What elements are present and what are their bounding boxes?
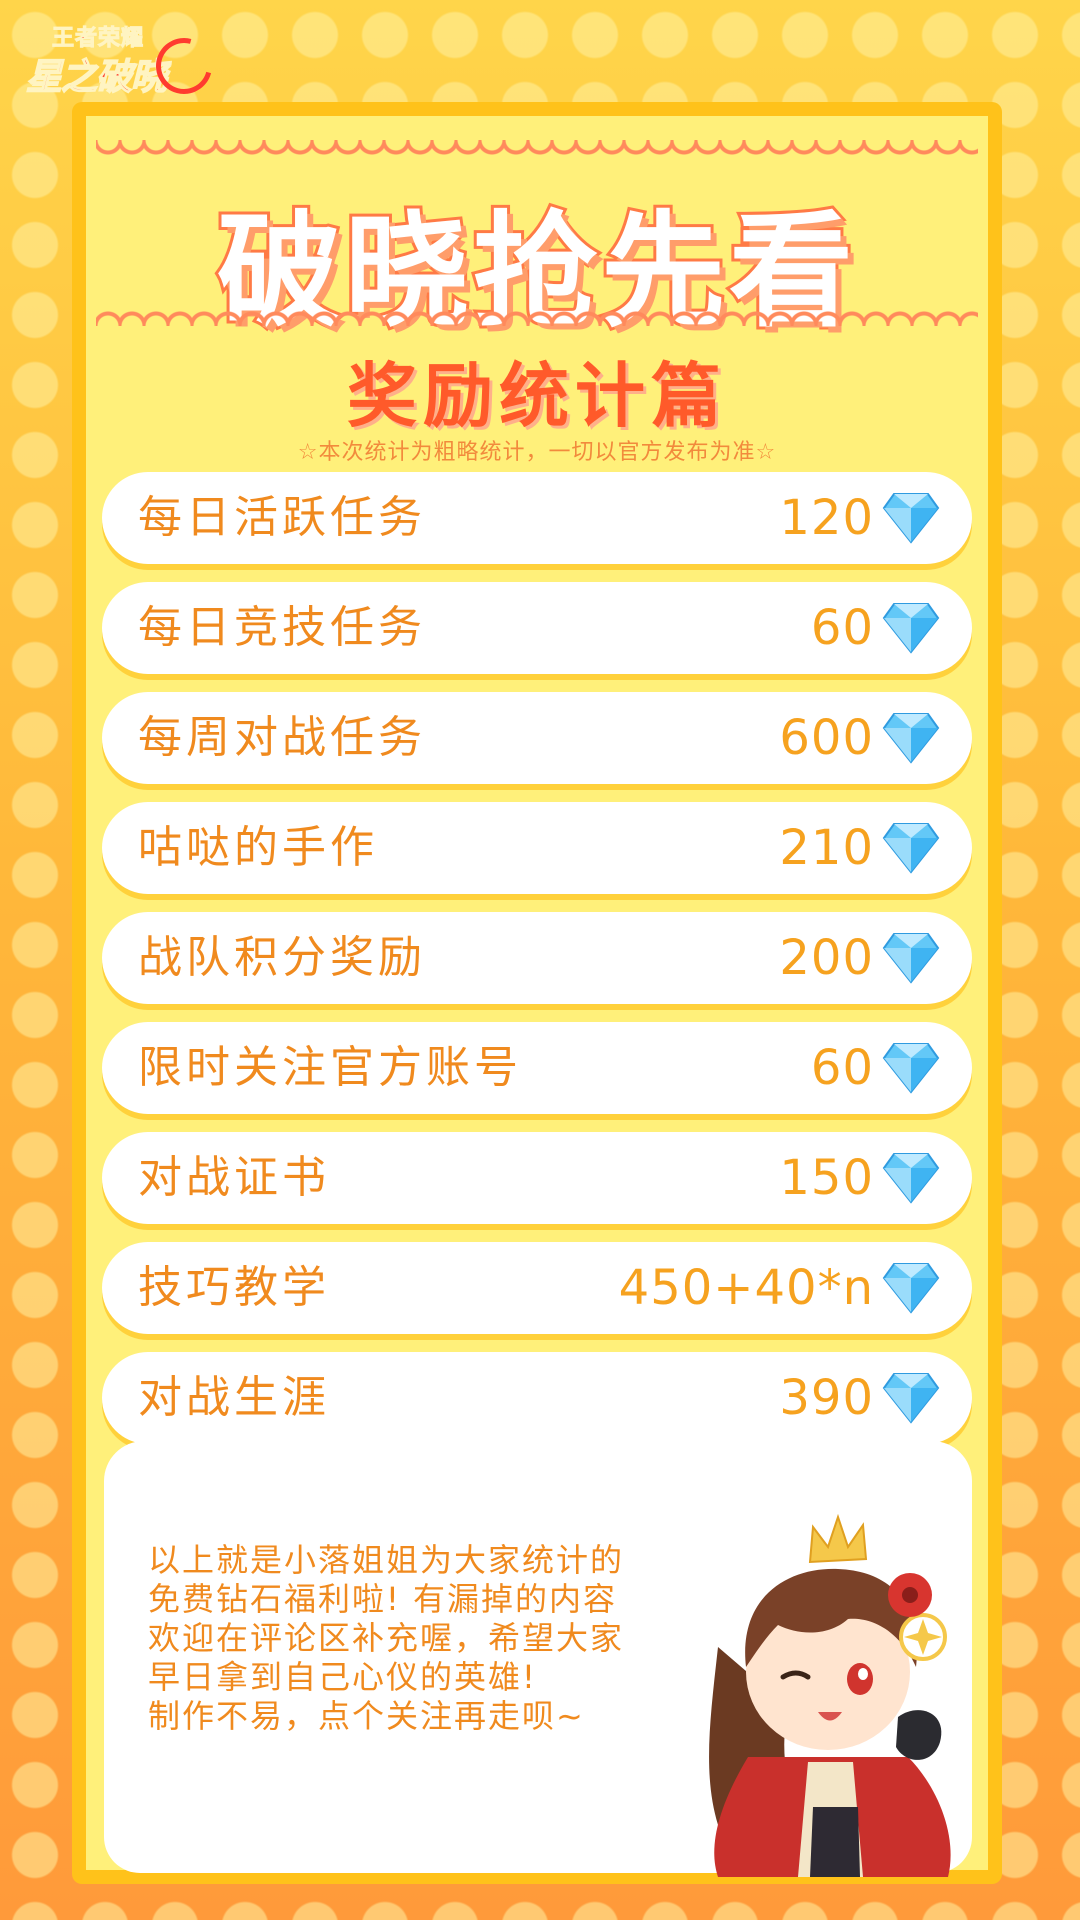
reward-row: 对战证书 150 <box>102 1132 972 1224</box>
reward-value: 210 <box>779 820 874 876</box>
reward-value: 600 <box>779 710 874 766</box>
diamond-icon <box>882 1263 940 1314</box>
reward-value: 120 <box>779 490 874 546</box>
reward-value: 450+40*n <box>618 1260 874 1316</box>
reward-label: 对战生涯 <box>138 1372 330 1423</box>
logo-line-2: 星之破晓 <box>25 56 168 99</box>
title-banner: 破晓抢先看 <box>96 134 978 347</box>
diamond-icon <box>882 933 940 984</box>
wave-decoration-top <box>96 140 978 162</box>
reward-value: 200 <box>779 930 874 986</box>
diamond-icon <box>882 1043 940 1094</box>
reward-label: 技巧教学 <box>138 1262 330 1313</box>
diamond-icon <box>882 493 940 544</box>
content-panel: 破晓抢先看 奖励统计篇 ☆本次统计为粗略统计，一切以官方发布为准☆ 每日活跃任务… <box>72 102 1002 1884</box>
summary-box: 以上就是小落姐姐为大家统计的 免费钻石福利啦! 有漏掉的内容 欢迎在评论区补充喔… <box>104 1441 972 1877</box>
reward-label: 每日竞技任务 <box>138 602 426 653</box>
reward-label: 每日活跃任务 <box>138 492 426 543</box>
wave-decoration-bottom <box>96 304 978 326</box>
reward-row: 每日竞技任务 60 <box>102 582 972 674</box>
summary-line: 欢迎在评论区补充喔，希望大家 <box>148 1619 625 1657</box>
diamond-icon <box>882 1373 940 1424</box>
game-logo: 王者荣耀 星之破晓 <box>18 14 223 105</box>
reward-row: 每周对战任务 600 <box>102 692 972 784</box>
diamond-icon <box>882 603 940 654</box>
disclaimer-note: ☆本次统计为粗略统计，一切以官方发布为准☆ <box>297 440 777 465</box>
summary-line: 早日拿到自己心仪的英雄! <box>148 1658 537 1696</box>
reward-row: 技巧教学 450+40*n <box>102 1242 972 1334</box>
reward-row: 对战生涯 390 <box>102 1352 972 1444</box>
page-subtitle: 奖励统计篇 <box>347 355 727 437</box>
reward-value: 150 <box>779 1150 874 1206</box>
diamond-icon <box>882 823 940 874</box>
reward-value: 60 <box>810 1040 874 1096</box>
summary-line: 制作不易，点个关注再走呗~ <box>148 1697 585 1735</box>
reward-label: 对战证书 <box>138 1152 330 1203</box>
summary-text: 以上就是小落姐姐为大家统计的 免费钻石福利啦! 有漏掉的内容 欢迎在评论区补充喔… <box>148 1541 758 1736</box>
diamond-icon <box>882 713 940 764</box>
reward-row: 每日活跃任务 120 <box>102 472 972 564</box>
reward-label: 限时关注官方账号 <box>138 1042 522 1093</box>
summary-line: 以上就是小落姐姐为大家统计的 <box>148 1541 625 1579</box>
reward-label: 咕哒的手作 <box>138 822 378 873</box>
reward-row: 限时关注官方账号 60 <box>102 1022 972 1114</box>
diamond-icon <box>882 1153 940 1204</box>
reward-label: 每周对战任务 <box>138 712 426 763</box>
reward-row: 战队积分奖励 200 <box>102 912 972 1004</box>
reward-value: 60 <box>810 600 874 656</box>
reward-label: 战队积分奖励 <box>138 932 426 983</box>
reward-value: 390 <box>779 1370 874 1426</box>
reward-row: 咕哒的手作 210 <box>102 802 972 894</box>
character-mascot-icon <box>709 1513 951 1877</box>
summary-line: 免费钻石福利啦! 有漏掉的内容 <box>148 1580 618 1618</box>
